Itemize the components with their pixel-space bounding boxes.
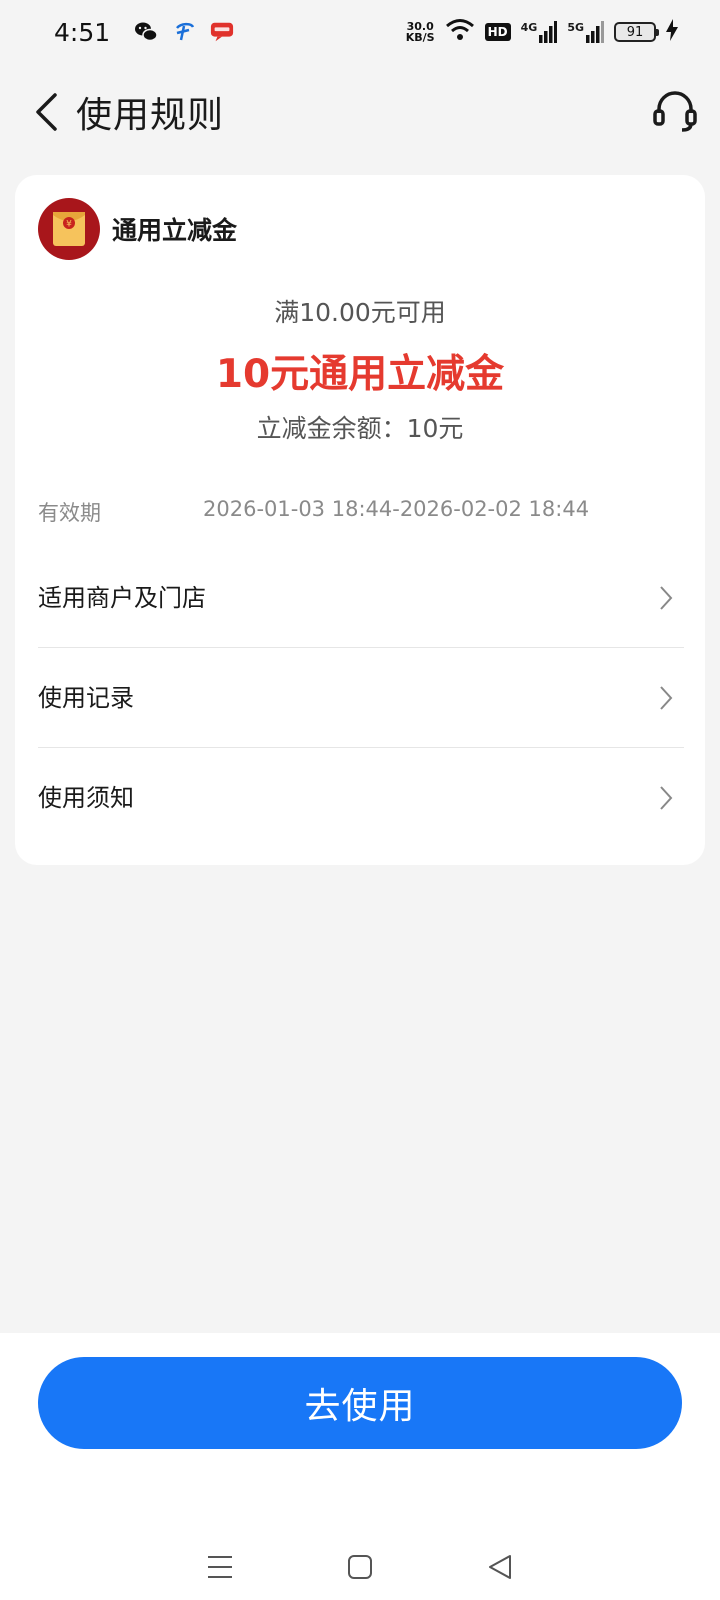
use-now-button[interactable]: 去使用 — [38, 1357, 682, 1449]
coupon-amount-title: 10元通用立减金 — [215, 352, 505, 397]
svg-text:¥: ¥ — [66, 220, 72, 230]
home-nav-button[interactable] — [336, 1543, 384, 1591]
menu-item-label: 使用须知 — [38, 783, 134, 812]
menu-item-label: 适用商户及门店 — [38, 583, 206, 612]
header: 使用规则 — [0, 72, 720, 152]
menu-nav-button[interactable] — [196, 1543, 244, 1591]
menu-item-label: 使用记录 — [38, 683, 134, 712]
back-button[interactable] — [22, 88, 70, 136]
network-speed-unit: KB/S — [405, 31, 435, 44]
customer-service-button[interactable] — [650, 86, 700, 136]
message-icon — [210, 20, 234, 44]
coupon-balance: 立减金余额：10元 — [256, 414, 464, 443]
signal-4g-icon: 4G — [521, 21, 558, 43]
signal-4g-label: 4G — [520, 21, 538, 34]
hd-badge: HD — [484, 23, 511, 41]
coupon-summary: 满10.00元可用 10元通用立减金 立减金余额：10元 — [15, 293, 705, 445]
charging-icon — [666, 19, 678, 45]
status-time: 4:51 — [54, 17, 111, 47]
coupon-name: 通用立减金 — [112, 216, 238, 245]
headset-icon — [653, 91, 697, 132]
wifi-icon — [445, 18, 475, 46]
menu-item-merchants[interactable]: 适用商户及门店 — [38, 548, 684, 648]
validity-row: 有效期 2026-01-03 18:44-2026-02-02 18:44 — [38, 497, 589, 527]
validity-value: 2026-01-03 18:44-2026-02-02 18:44 — [203, 497, 590, 521]
back-arrow-icon — [36, 93, 57, 131]
chevron-right-icon — [654, 786, 678, 810]
usage-threshold: 满10.00元可用 — [274, 298, 446, 327]
chevron-right-icon — [654, 586, 678, 610]
signal-5g-label: 5G — [567, 21, 584, 34]
bottom-action-bar: 去使用 — [0, 1333, 720, 1600]
wechat-icon — [134, 20, 158, 44]
back-nav-button[interactable] — [476, 1543, 524, 1591]
battery-icon: 91 — [614, 22, 659, 42]
telecom-icon — [172, 20, 196, 44]
validity-label: 有效期 — [38, 501, 101, 525]
status-bar: 4:51 30.0 KB/S HD 4G 5G 91 — [0, 0, 720, 64]
red-envelope-icon: ¥ — [38, 198, 100, 260]
battery-level: 91 — [626, 24, 644, 40]
status-bar-right: 30.0 KB/S HD 4G 5G 91 — [406, 18, 678, 46]
page-title: 使用规则 — [76, 95, 225, 136]
menu-icon — [208, 1555, 232, 1578]
signal-5g-icon: 5G — [567, 21, 604, 43]
status-bar-left: 4:51 — [54, 18, 234, 47]
network-speed: 30.0 KB/S — [406, 21, 435, 43]
menu-item-usage-notes[interactable]: 使用须知 — [38, 748, 684, 848]
coupon-card: ¥ 通用立减金 满10.00元可用 10元通用立减金 立减金余额：10元 有效期… — [15, 175, 705, 865]
chevron-right-icon — [654, 686, 678, 710]
coupon-header: ¥ 通用立减金 — [38, 198, 237, 260]
system-nav-bar — [0, 1533, 720, 1600]
back-triangle-icon — [489, 1554, 511, 1579]
menu-item-usage-records[interactable]: 使用记录 — [38, 648, 684, 748]
home-square-icon — [348, 1554, 372, 1579]
